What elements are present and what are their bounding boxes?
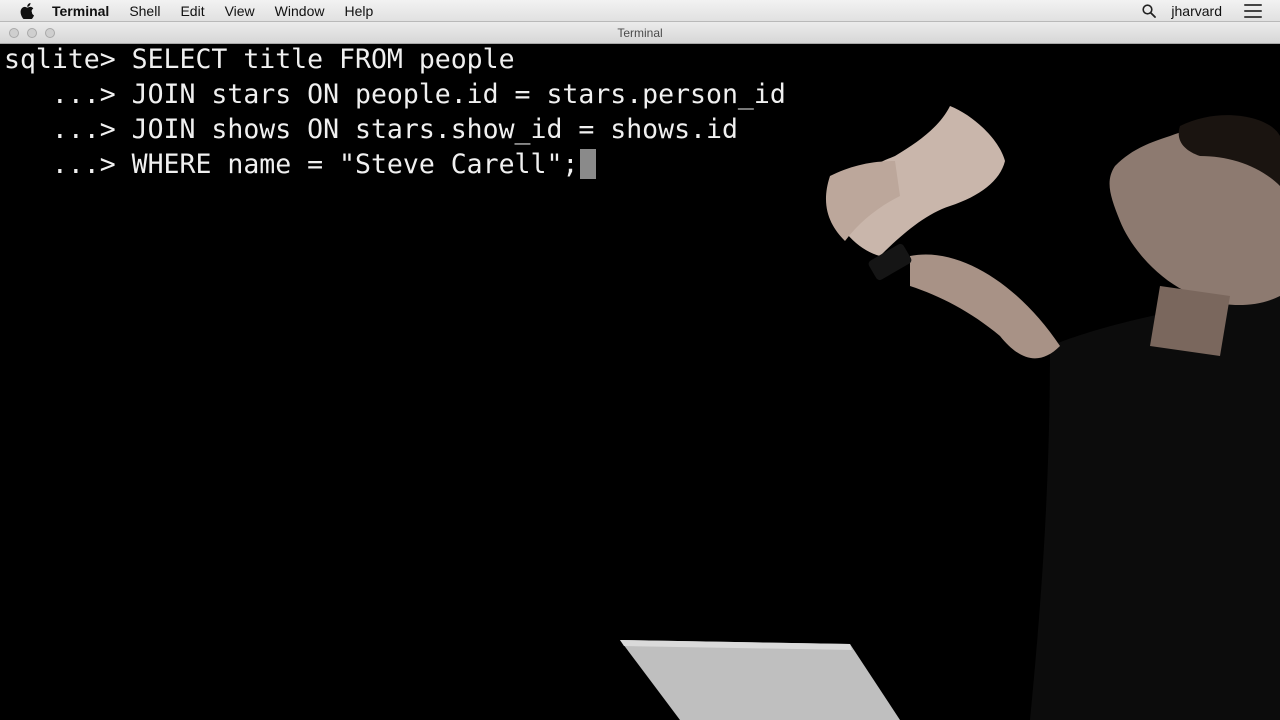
sql-code: JOIN stars ON people.id = stars.person_i… [131, 79, 786, 110]
list-icon[interactable] [1244, 3, 1262, 18]
menubar-status-area: jharvard [1141, 3, 1262, 19]
search-icon[interactable] [1141, 3, 1157, 19]
menu-bar: Terminal Shell Edit View Window Help jha… [0, 0, 1280, 22]
terminal-cursor [580, 149, 597, 179]
continuation-prompt: ...> [4, 79, 132, 110]
terminal-line: ...> JOIN stars ON people.id = stars.per… [4, 77, 786, 112]
menu-shell[interactable]: Shell [129, 3, 160, 19]
apple-icon[interactable] [20, 2, 34, 19]
continuation-prompt: ...> [4, 149, 132, 180]
terminal-line: ...> WHERE name = "Steve Carell"; [4, 147, 597, 182]
window-title: Terminal [617, 26, 663, 40]
menu-window[interactable]: Window [275, 3, 325, 19]
menu-edit[interactable]: Edit [180, 3, 204, 19]
continuation-prompt: ...> [4, 114, 132, 145]
presenter-image [825, 106, 1280, 720]
menu-help[interactable]: Help [344, 3, 373, 19]
sql-code: JOIN shows ON stars.show_id = shows.id [131, 114, 738, 145]
window-titlebar[interactable]: Terminal [0, 22, 1280, 44]
sqlite-prompt: sqlite> [4, 44, 132, 75]
podium-laptop [620, 640, 900, 720]
menu-view[interactable]: View [225, 3, 255, 19]
sql-code: WHERE name = "Steve Carell"; [131, 149, 579, 180]
menu-terminal[interactable]: Terminal [52, 3, 109, 19]
user-menu[interactable]: jharvard [1171, 3, 1222, 19]
sql-code: SELECT title FROM people [131, 44, 515, 75]
terminal-line: ...> JOIN shows ON stars.show_id = shows… [4, 112, 738, 147]
terminal-line: sqlite> SELECT title FROM people [4, 44, 515, 77]
